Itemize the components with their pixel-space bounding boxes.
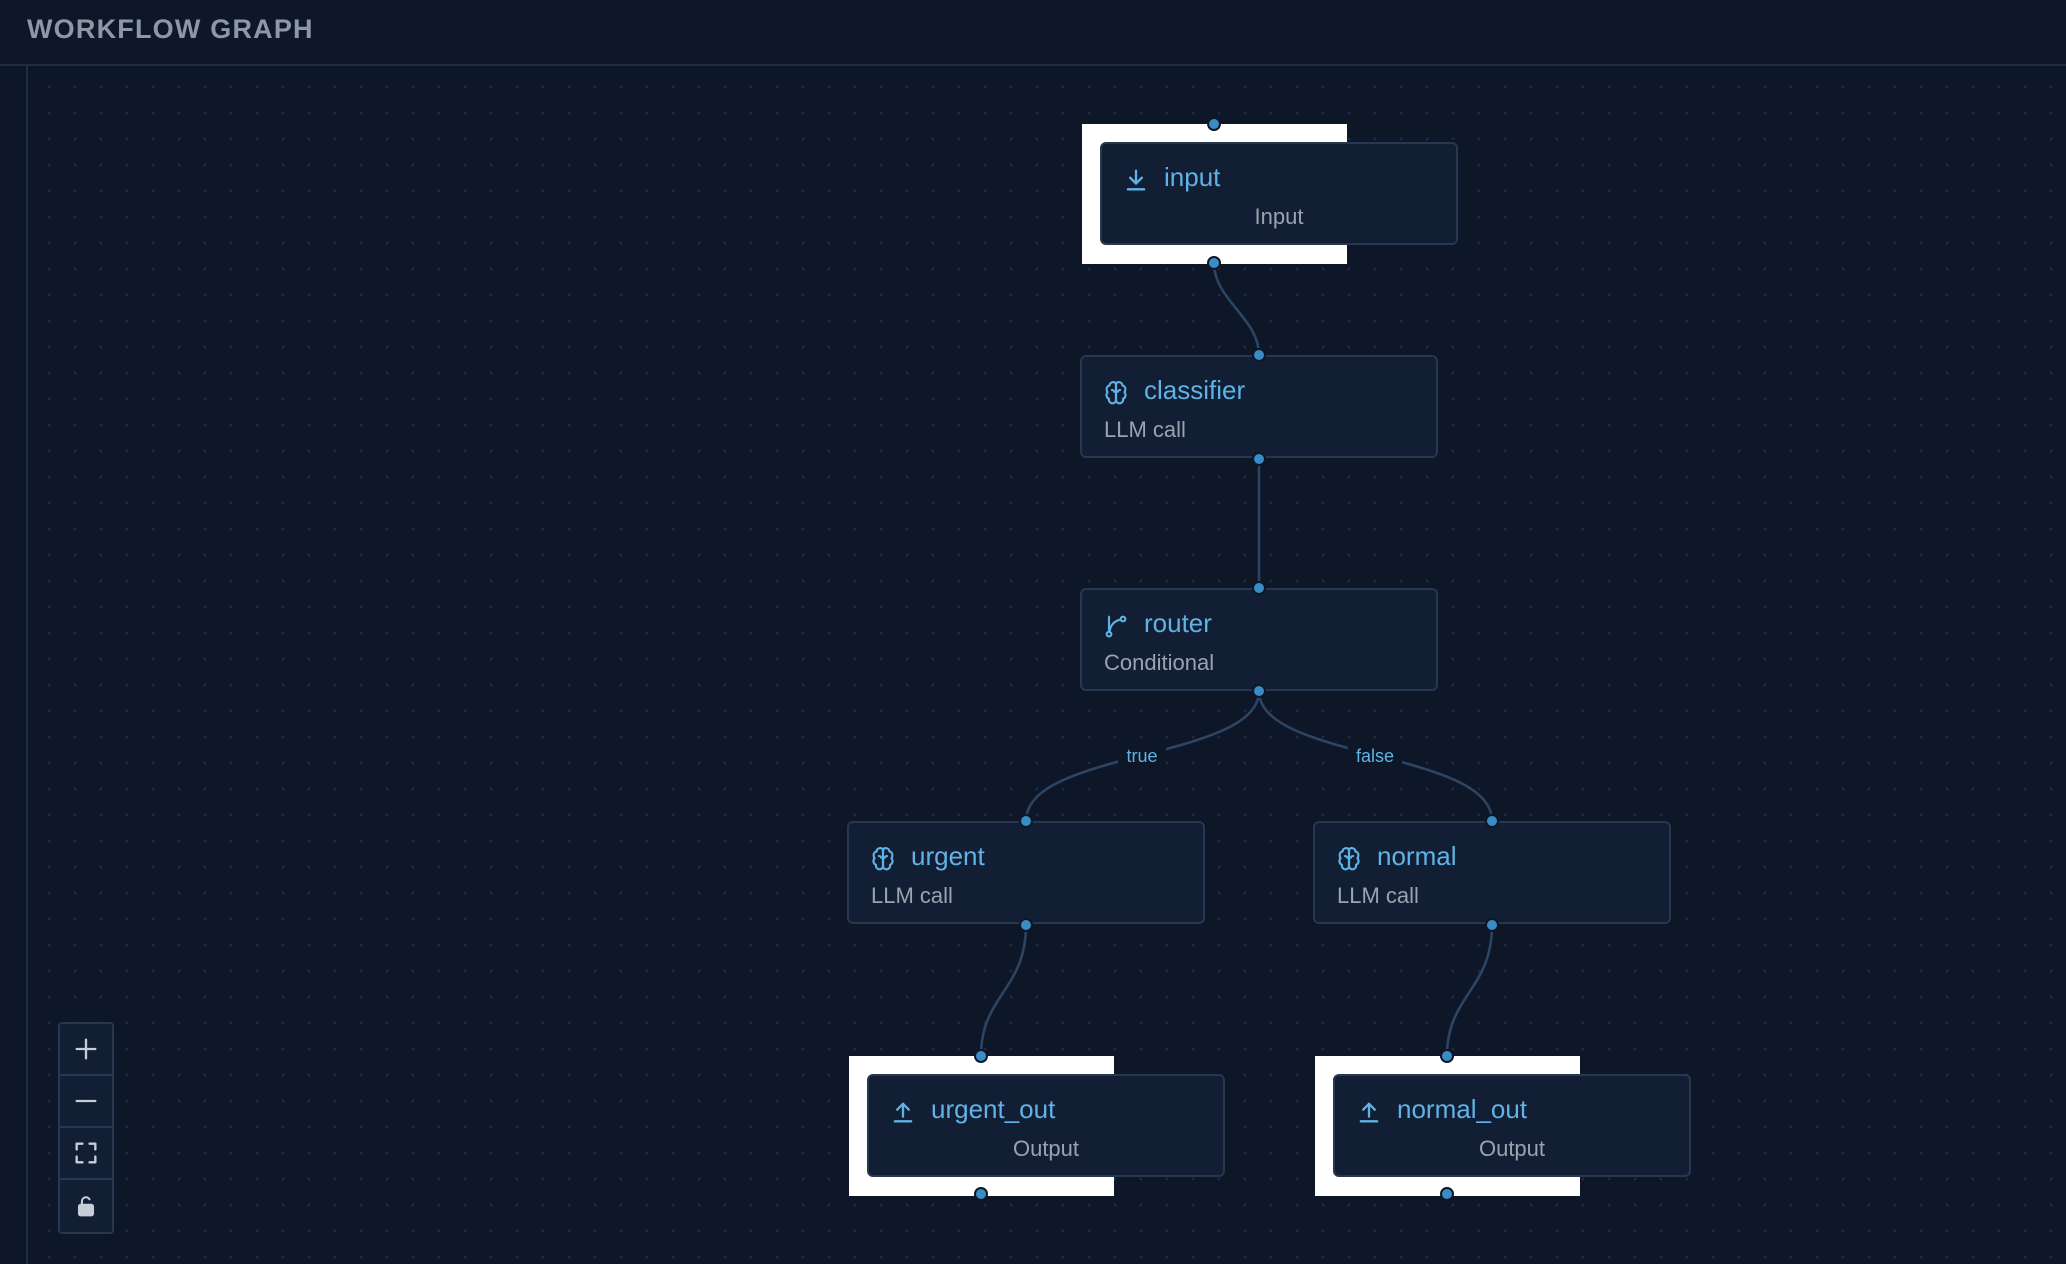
- lock-button[interactable]: [60, 1180, 112, 1232]
- zoom-in-button[interactable]: [60, 1024, 112, 1076]
- brain-icon: [1335, 845, 1363, 873]
- node-type: Output: [1478, 1136, 1546, 1161]
- lock-icon: [72, 1192, 100, 1220]
- node-name: normal: [1377, 841, 1457, 871]
- node-name: input: [1164, 162, 1221, 192]
- node-name: urgent: [911, 841, 985, 871]
- node-type: Conditional: [1104, 650, 1215, 675]
- node-name: classifier: [1144, 375, 1246, 405]
- node-name: router: [1144, 608, 1212, 638]
- node-type: Output: [1012, 1136, 1080, 1161]
- zoom-out-icon: [72, 1087, 100, 1115]
- panel-title: WORKFLOW GRAPH: [27, 14, 314, 44]
- node-type: LLM call: [1337, 883, 1419, 908]
- download-icon: [1122, 166, 1150, 194]
- fit-view-button[interactable]: [60, 1128, 112, 1180]
- canvas-controls: [58, 1022, 114, 1234]
- node-normal[interactable]: normal LLM call: [1313, 821, 1671, 924]
- node-type: LLM call: [1104, 417, 1186, 442]
- branch-icon: [1102, 612, 1130, 640]
- node-urgent[interactable]: urgent LLM call: [847, 821, 1205, 924]
- upload-icon: [1355, 1098, 1383, 1126]
- node-urgent-out[interactable]: urgent_out Output: [867, 1074, 1225, 1177]
- zoom-out-button[interactable]: [60, 1076, 112, 1128]
- upload-icon: [889, 1098, 917, 1126]
- node-name: normal_out: [1397, 1094, 1528, 1124]
- node-type: Input: [1254, 204, 1304, 229]
- node-type: LLM call: [871, 883, 953, 908]
- node-router[interactable]: router Conditional: [1080, 588, 1438, 691]
- zoom-in-icon: [72, 1035, 100, 1063]
- node-name: urgent_out: [931, 1094, 1056, 1124]
- panel-header: WORKFLOW GRAPH: [0, 0, 2066, 66]
- fit-view-icon: [72, 1139, 100, 1167]
- node-normal-out[interactable]: normal_out Output: [1333, 1074, 1691, 1177]
- brain-icon: [869, 845, 897, 873]
- node-classifier[interactable]: classifier LLM call: [1080, 355, 1438, 458]
- brain-icon: [1102, 379, 1130, 407]
- node-input[interactable]: input Input: [1100, 142, 1458, 245]
